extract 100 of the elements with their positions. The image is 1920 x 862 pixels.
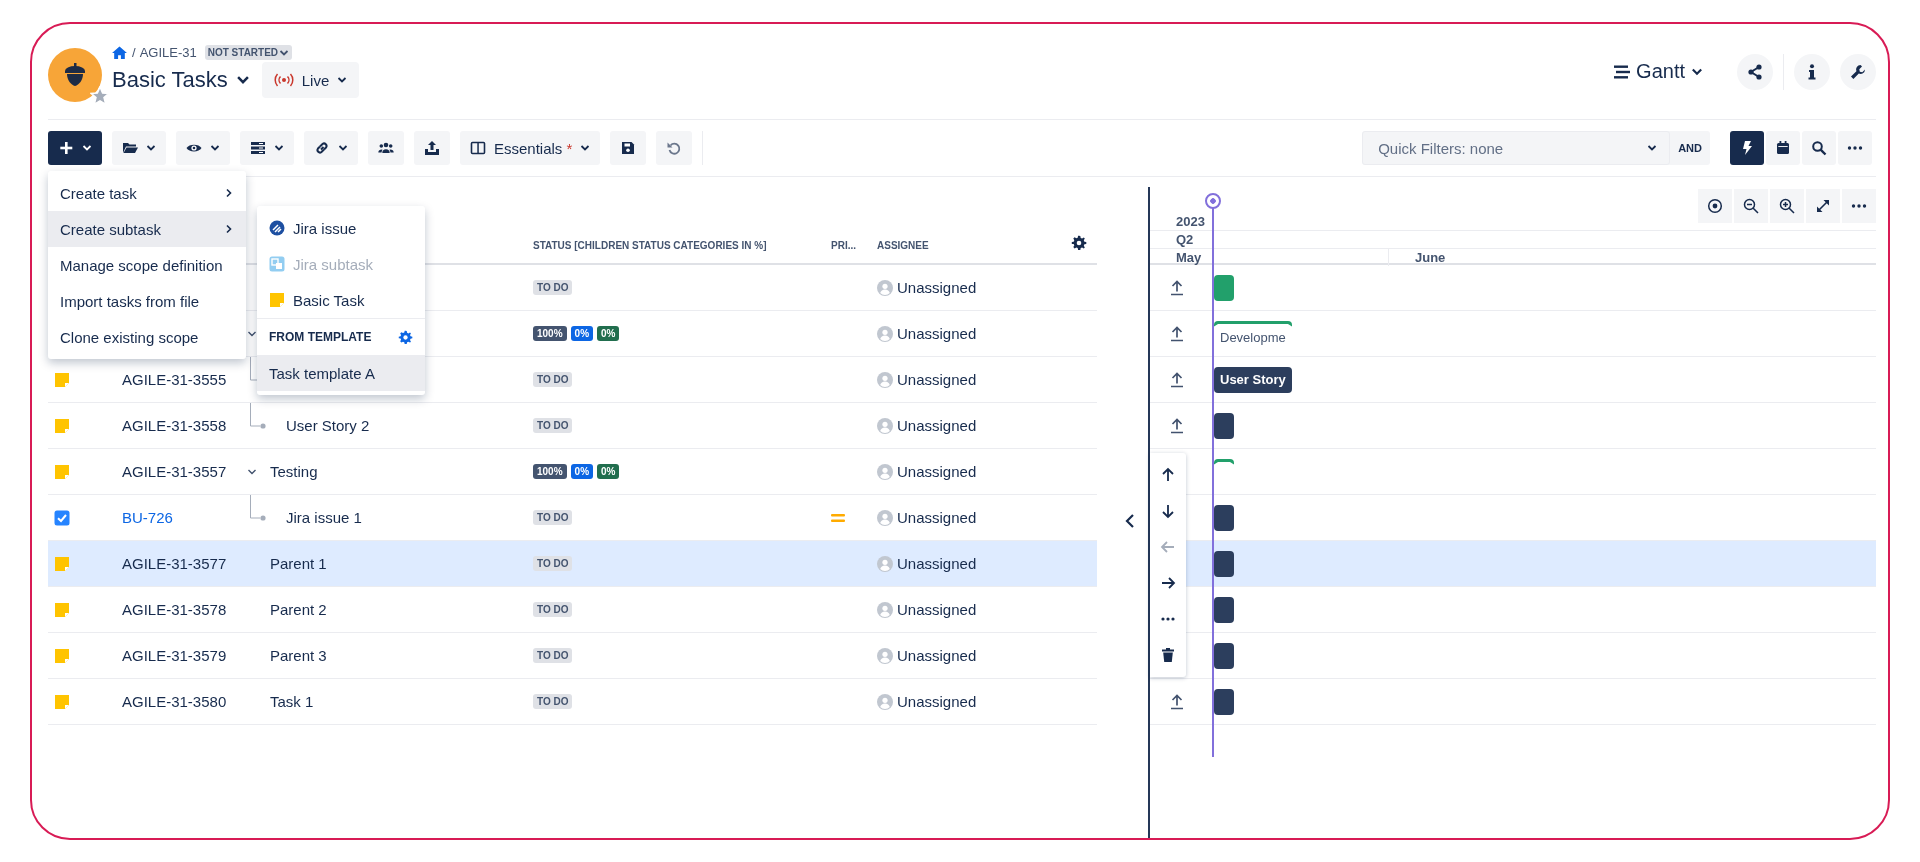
export-button[interactable] [414,131,450,165]
acorn-icon [64,62,86,87]
task-title: Testing [270,463,318,480]
column-header[interactable]: ASSIGNEE [877,240,1071,251]
today-marker[interactable] [1205,193,1221,209]
undo-button[interactable] [656,131,693,165]
menu-item[interactable]: Jira issue [257,210,425,246]
zoom-out-button[interactable] [1734,189,1768,223]
quick-filter-dropdown[interactable]: Quick Filters: none [1362,131,1671,165]
share-icon [1747,63,1763,80]
add-button[interactable] [48,131,102,165]
avatar-icon [877,647,893,664]
undo-icon [666,140,683,156]
checkbox-icon [54,509,70,526]
progress-badge: 0% [597,464,620,479]
assignee-name: Unassigned [897,647,977,664]
task-key: AGILE-31-3558 [122,417,227,434]
operator-toggle[interactable]: AND [1670,131,1710,165]
calendar-button[interactable] [1766,131,1800,165]
globe-icon [269,220,285,236]
search-button[interactable] [1802,131,1836,165]
task-bar[interactable] [1214,596,1234,623]
avatar-icon [877,693,893,710]
task-bar[interactable] [1214,688,1234,715]
upload-icon [424,140,440,156]
star-icon [90,85,110,106]
task-bar[interactable] [1214,642,1234,669]
wrench-icon [1850,63,1866,80]
upload-icon[interactable] [1170,693,1184,710]
task-bar[interactable] [1214,412,1234,439]
table-row[interactable]: AGILE-31-3579 Parent 3 TO DO Unassigned [48,633,1097,679]
link-button[interactable] [304,131,358,165]
task-key: AGILE-31-3580 [122,693,227,710]
team-button[interactable] [368,131,404,165]
sticky-note-icon [54,601,70,618]
upload-icon[interactable] [1170,417,1184,434]
zoom-in-button[interactable] [1770,189,1804,223]
menu-item[interactable]: Task template A [257,355,425,391]
status-dropdown[interactable]: NOT STARTED [204,45,293,60]
sticky-note-icon [54,555,70,572]
table-row[interactable]: AGILE-31-3580 Task 1 TO DO Unassigned [48,679,1097,725]
task-title: Task 1 [270,693,314,710]
table-row[interactable]: AGILE-31-3577 Parent 1 TO DO Unassigned [48,541,1097,587]
avatar-icon [877,463,893,480]
table-row[interactable]: AGILE-31-3578 Parent 2 TO DO Unassigned [48,587,1097,633]
scope-title[interactable]: Basic Tasks [112,67,250,93]
task-bar[interactable] [1214,504,1234,531]
task-title: Parent 3 [270,647,327,664]
columns-button[interactable]: Essentials * [460,131,601,165]
settings-button[interactable] [1840,53,1876,90]
lightning-button[interactable] [1730,131,1764,165]
assignee-name: Unassigned [897,601,977,618]
avatar-icon [877,279,893,296]
collapse-chevron-icon[interactable] [1124,513,1136,529]
menu-item[interactable]: Clone existing scope [48,319,246,355]
menu-item[interactable]: Create subtask [48,211,246,247]
sticky-note-icon [54,647,70,664]
upload-icon[interactable] [1170,371,1184,388]
table-row[interactable]: AGILE-31-3558 User Story 2 TO DO Unassigned [48,403,1097,449]
task-key: AGILE-31-3555 [122,371,227,388]
table-row[interactable]: AGILE-31-3557 Testing 100% 0% 0% Unassigned [48,449,1097,495]
settings-icon[interactable] [1071,235,1087,251]
breadcrumb-separator: / [132,45,136,60]
focus-button[interactable] [1698,189,1732,223]
column-header[interactable]: STATUS [CHILDREN STATUS CATEGORIES IN %] [533,240,825,251]
fullscreen-button[interactable] [1806,189,1840,223]
target-icon [1707,198,1723,214]
assignee-name: Unassigned [897,693,977,710]
rows-button[interactable] [240,131,294,165]
folder-button[interactable] [112,131,166,165]
share-button[interactable] [1737,53,1773,90]
status-lozenge: TO DO [533,556,573,571]
task-bar[interactable]: User Story [1214,366,1292,393]
view-dropdown[interactable]: Gantt [1608,59,1709,84]
progress-badge: 0% [570,464,594,479]
trash-icon [1160,647,1176,663]
mode-dropdown[interactable]: Live [261,62,360,98]
view-button[interactable] [176,131,230,165]
breadcrumb-link[interactable]: AGILE-31 [139,45,197,60]
issue-link[interactable]: BU-726 [122,509,173,526]
folder-icon [122,140,138,156]
columns-icon [470,140,486,156]
calendar-icon [1775,140,1791,156]
menu-item[interactable]: Create task [48,175,246,211]
save-button[interactable] [610,131,647,165]
avatar-icon [877,601,893,618]
month-label: June [1415,250,1446,265]
search-icon [1811,140,1827,156]
upload-icon[interactable] [1170,279,1184,296]
status-lozenge: TO DO [533,510,573,525]
column-header[interactable]: PRI... [825,240,877,251]
home-icon[interactable] [112,45,127,60]
upload-icon[interactable] [1170,325,1184,342]
task-title: Jira issue 1 [286,509,362,526]
info-button[interactable] [1794,53,1830,90]
task-bar[interactable] [1214,550,1234,577]
sticky-note-icon [54,417,70,434]
group-bar[interactable]: Developme [1214,320,1292,347]
subtask-icon [269,256,285,272]
status-lozenge: TO DO [533,418,573,433]
